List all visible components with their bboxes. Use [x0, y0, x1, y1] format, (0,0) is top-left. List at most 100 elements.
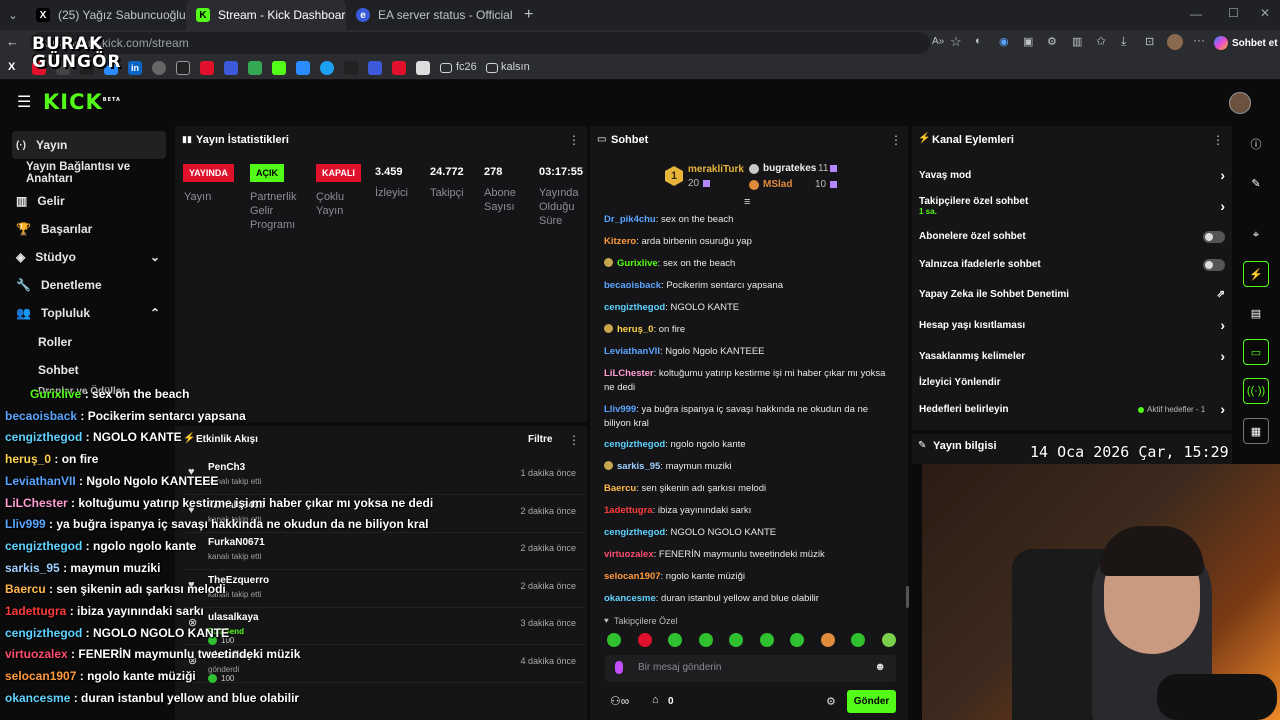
sidebar-item-topluluk[interactable]: 👥 Topluluk ⌃	[12, 299, 166, 327]
community-icon[interactable]: ⚇∞	[610, 694, 629, 708]
emoji-icon[interactable]: ☻	[874, 661, 886, 673]
sidebar-item-yayin[interactable]: (·) Yayın	[12, 131, 166, 159]
activity-row[interactable]: ♥ FurkaN0671 kanalı takip etti 2 dakika önc…	[184, 533, 584, 570]
send-button[interactable]: Gönder	[847, 690, 896, 713]
read-aloud-icon[interactable]: A»	[932, 36, 944, 47]
chat-more-icon[interactable]: ⋮	[890, 133, 902, 147]
bookmark-icon[interactable]	[368, 61, 382, 75]
emote-icon[interactable]	[759, 633, 774, 647]
bookmark-icon[interactable]	[152, 61, 166, 75]
chat-username[interactable]: sarkis_95	[617, 461, 660, 472]
extension-icon-3[interactable]: ▣	[1023, 35, 1033, 48]
bookmark-icon[interactable]	[248, 61, 262, 75]
downloads-icon[interactable]: ⤓	[1121, 34, 1126, 49]
bookmark-icon[interactable]	[224, 61, 238, 75]
chat-username[interactable]: Kitzero	[604, 236, 636, 247]
activity-more-icon[interactable]: ⋮	[568, 433, 580, 447]
chat-username[interactable]: selocan1907	[604, 571, 661, 582]
bookmark-icon[interactable]	[296, 61, 310, 75]
chat-scrollbar[interactable]	[906, 586, 909, 608]
favorites-icon[interactable]: ✩	[1096, 34, 1106, 48]
emote-icon[interactable]	[668, 633, 682, 647]
activity-row[interactable]: ⊗ ulasalkaya Full Send 100 3 dakika önce	[184, 608, 584, 645]
subs-only-row[interactable]: Abonelere özel sohbet	[919, 231, 1225, 245]
kick-bookmark-icon[interactable]	[272, 61, 286, 75]
slow-mode-row[interactable]: Yavaş mod ›	[919, 167, 1225, 184]
emote-icon[interactable]	[851, 633, 865, 647]
tab-x[interactable]: X (25) Yağız Sabuncuoğlu (@yagosab ✕	[26, 0, 186, 30]
split-screen-icon[interactable]: ▥	[1072, 35, 1082, 48]
favorite-star-icon[interactable]: ☆	[950, 34, 962, 50]
chat-username[interactable]: okancesme	[604, 593, 656, 604]
chat-username[interactable]: Lliv999	[604, 404, 636, 415]
tab-list-chevron-icon[interactable]: ⌄	[0, 9, 26, 22]
goals-row[interactable]: Hedefleri belirleyin Aktif hedefler - 1 …	[919, 401, 1225, 418]
ai-moderation-row[interactable]: Yapay Zeka ile Sohbet Denetimi ⇗	[919, 289, 1225, 303]
chat-username[interactable]: Gurixlive	[617, 258, 658, 269]
sidebar-item-denetleme[interactable]: 🔧 Denetleme	[12, 271, 166, 299]
hamburger-menu-icon[interactable]: ☰	[17, 92, 31, 112]
banned-words-row[interactable]: Yasaklanmış kelimeler ›	[919, 348, 1225, 365]
emote-only-row[interactable]: Yalnızca ifadelerle sohbet	[919, 259, 1225, 273]
chat-username[interactable]: Dr_pik4chu	[604, 214, 656, 225]
host-row[interactable]: İzleyici Yönlendir	[919, 377, 1225, 391]
maximize-icon[interactable]: ☐	[1228, 6, 1239, 20]
sidebar-item-basarilar[interactable]: 🏆 Başarılar	[12, 215, 166, 243]
chat-username[interactable]: Baercu	[604, 483, 636, 494]
emote-icon[interactable]	[881, 633, 896, 647]
url-field[interactable]: dashboard.kick.com/stream	[30, 32, 930, 54]
chat-username[interactable]: heruş_0	[617, 324, 653, 335]
chat-icon[interactable]: ▭	[1243, 339, 1269, 365]
tab-kick-dashboard[interactable]: K Stream - Kick Dashboard ✕	[186, 0, 346, 30]
subs-only-toggle[interactable]	[1203, 231, 1225, 243]
chat-settings-icon[interactable]: ⚙	[826, 695, 836, 708]
chat-username[interactable]: cengizthegod	[604, 439, 665, 450]
activity-username[interactable]: FurkaN0671	[208, 537, 265, 548]
sidebar-item-gelir[interactable]: ▥ Gelir	[12, 187, 166, 215]
bank-icon[interactable]: ⌂	[652, 694, 659, 706]
broadcast-icon[interactable]: ((·))	[1243, 378, 1269, 404]
layout-icon[interactable]: ▦	[1243, 418, 1269, 444]
activity-username[interactable]: PenCh3	[208, 462, 245, 473]
chat-username[interactable]: cengizthegod	[604, 527, 665, 538]
more-options-icon[interactable]: ···	[1193, 33, 1205, 47]
edit-icon[interactable]: ✎	[1243, 170, 1269, 196]
bookmark-folder-kalsin[interactable]: kalsın	[501, 61, 530, 73]
new-tab-icon[interactable]: +	[524, 6, 533, 24]
emote-icon[interactable]	[607, 633, 621, 647]
sidebar-item-stream-key[interactable]: Yayın Bağlantısı ve Anahtarı	[22, 159, 176, 187]
bookmark-icon[interactable]	[200, 61, 214, 75]
leader-3-name[interactable]: MSlad	[763, 179, 792, 190]
bookmark-icon[interactable]	[416, 61, 430, 75]
chat-username[interactable]: 1adettugra	[604, 505, 653, 516]
chat-username[interactable]: virtuozalex	[604, 549, 654, 560]
info-icon[interactable]: ⓘ	[1243, 131, 1269, 157]
emote-icon[interactable]	[637, 633, 652, 647]
emote-icon[interactable]	[820, 633, 835, 647]
x-bookmark-icon[interactable]: X	[8, 61, 22, 75]
bookmark-icon[interactable]	[392, 61, 406, 75]
bookmark-folder-fc26[interactable]: fc26	[456, 61, 477, 73]
channel-actions-more-icon[interactable]: ⋮	[1212, 133, 1224, 147]
emote-icon[interactable]	[790, 633, 804, 647]
tab-ea[interactable]: e EA server status - Official EA Help ✕	[346, 0, 514, 30]
emote-icon[interactable]	[698, 633, 713, 647]
stats-more-icon[interactable]: ⋮	[568, 133, 580, 147]
emote-only-toggle[interactable]	[1203, 259, 1225, 271]
window-close-icon[interactable]: ✕	[1260, 6, 1270, 20]
extension-icon-4[interactable]: ⚙	[1047, 35, 1057, 48]
followers-only-row[interactable]: Takipçilere özel sohbet 1 sa. ›	[919, 196, 1225, 220]
profile-avatar-icon[interactable]	[1167, 34, 1183, 50]
microphone-icon[interactable]	[615, 661, 623, 674]
account-age-row[interactable]: Hesap yaşı kısıtlaması ›	[919, 317, 1225, 334]
back-icon[interactable]: ←	[6, 34, 19, 49]
screenshot-icon[interactable]: ⊡	[1145, 35, 1154, 48]
extension-icon-2[interactable]: ◉	[999, 35, 1009, 48]
linkedin-icon[interactable]: in	[128, 61, 142, 75]
bookmark-icon[interactable]	[344, 61, 358, 75]
bookmark-icon[interactable]	[176, 61, 190, 75]
sidebar-item-sohbet[interactable]: Sohbet	[34, 356, 188, 384]
leader-2-name[interactable]: bugratekes	[763, 163, 816, 174]
chat-username[interactable]: LiLChester	[604, 368, 654, 379]
chat-username[interactable]: LeviathanVII	[604, 346, 660, 357]
